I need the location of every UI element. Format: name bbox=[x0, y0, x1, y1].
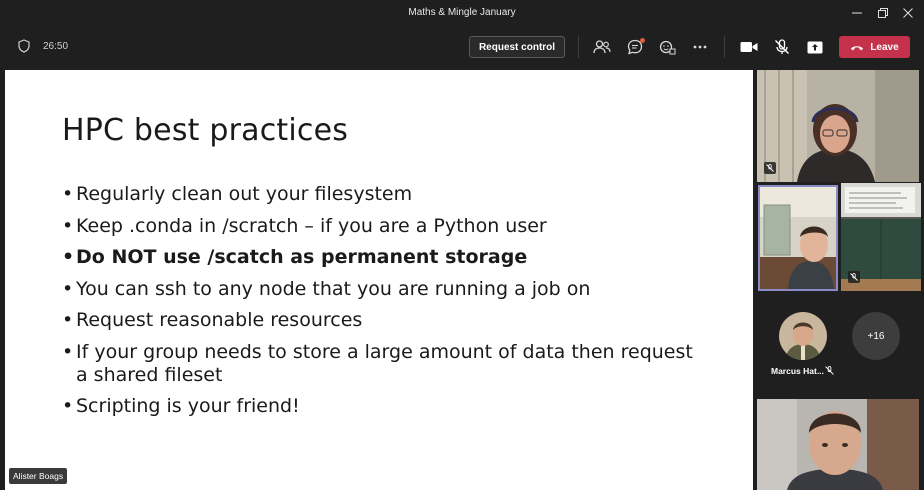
minimize-button[interactable] bbox=[846, 4, 868, 22]
active-speaker-video-tile[interactable] bbox=[758, 185, 838, 291]
participant-video-tile[interactable] bbox=[841, 183, 921, 291]
window-title: Maths & Mingle January bbox=[408, 7, 516, 18]
share-content-button[interactable] bbox=[805, 37, 825, 57]
people-icon bbox=[593, 40, 611, 54]
camera-icon bbox=[740, 42, 758, 52]
slide-title: HPC best practices bbox=[62, 113, 349, 148]
slide-bullet: Request reasonable resources bbox=[62, 309, 702, 332]
camera-button[interactable] bbox=[739, 37, 759, 57]
slide-bullet: Keep .conda in /scratch – if you are a P… bbox=[62, 215, 702, 238]
meeting-timer: 26:50 bbox=[43, 41, 69, 52]
participant-video-tile[interactable] bbox=[757, 70, 919, 182]
muted-indicator bbox=[764, 162, 776, 174]
mic-off-icon bbox=[766, 164, 774, 172]
request-control-button[interactable]: Request control bbox=[469, 36, 565, 58]
shield-icon bbox=[18, 39, 30, 58]
reactions-button[interactable] bbox=[657, 37, 677, 57]
toolbar-divider bbox=[724, 36, 725, 58]
leave-button[interactable]: Leave bbox=[839, 36, 910, 58]
participant-name-label: Marcus Hat... bbox=[771, 366, 824, 376]
close-icon bbox=[903, 8, 913, 18]
microphone-button[interactable] bbox=[772, 37, 792, 57]
more-participants-button[interactable]: +16 bbox=[852, 312, 900, 360]
phone-icon bbox=[851, 45, 864, 50]
slide-bullet: Regularly clean out your filesystem bbox=[62, 183, 702, 206]
muted-indicator bbox=[823, 364, 835, 376]
more-options-button[interactable] bbox=[690, 37, 710, 57]
meeting-toolbar: 26:50 Request control Leave bbox=[0, 26, 924, 66]
slide-bullet: If your group needs to store a large amo… bbox=[62, 341, 702, 387]
teams-meeting-window: Maths & Mingle January 26:50 Request con… bbox=[0, 0, 924, 490]
restore-icon bbox=[878, 8, 888, 18]
participants-button[interactable] bbox=[592, 37, 612, 57]
reactions-icon bbox=[659, 40, 675, 55]
mic-off-icon bbox=[850, 273, 858, 281]
close-button[interactable] bbox=[897, 4, 919, 22]
title-bar: Maths & Mingle January bbox=[0, 0, 924, 26]
minimize-icon bbox=[852, 12, 862, 14]
participant-video bbox=[757, 70, 919, 182]
participant-avatar-photo bbox=[779, 312, 827, 360]
chat-button[interactable] bbox=[625, 37, 645, 57]
more-icon bbox=[693, 45, 707, 49]
shared-screen: HPC best practices Regularly clean out y… bbox=[5, 70, 753, 490]
share-icon bbox=[807, 41, 823, 53]
slide-bullet: Scripting is your friend! bbox=[62, 395, 702, 418]
participant-video bbox=[760, 187, 836, 289]
toolbar-divider bbox=[578, 36, 579, 58]
leave-label: Leave bbox=[870, 41, 899, 53]
slide-bullet: You can ssh to any node that you are run… bbox=[62, 278, 702, 301]
participant-video-tile[interactable] bbox=[757, 399, 919, 490]
presenter-name-label: Alister Boags bbox=[9, 468, 68, 484]
muted-indicator bbox=[848, 271, 860, 283]
participant-video bbox=[757, 399, 919, 490]
slide-bullet-list: Regularly clean out your filesystem Keep… bbox=[62, 183, 702, 427]
participant-avatar[interactable] bbox=[779, 312, 827, 360]
chat-notification-dot bbox=[640, 38, 645, 43]
mic-off-icon bbox=[824, 365, 834, 375]
mic-off-icon bbox=[775, 39, 789, 54]
restore-button[interactable] bbox=[872, 4, 894, 22]
slide-bullet: Do NOT use /scatch as permanent storage bbox=[62, 246, 702, 269]
